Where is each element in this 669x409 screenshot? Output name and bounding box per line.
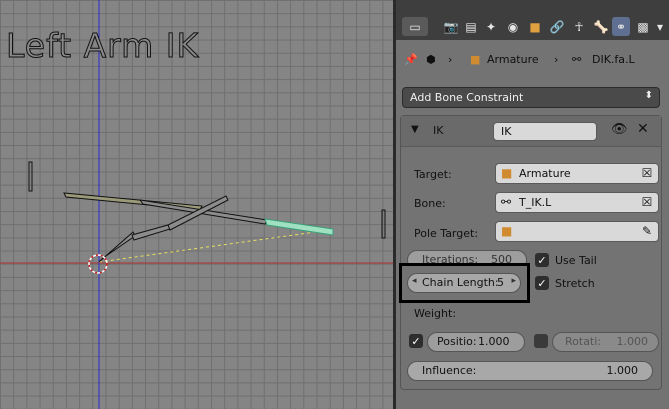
- render-icon[interactable]: 📷: [442, 17, 460, 36]
- bone-field[interactable]: ⚯ T_IK.L ☒: [495, 192, 659, 213]
- eyedropper-icon[interactable]: ✎: [640, 224, 654, 238]
- armature-object-icon: ■: [501, 224, 513, 238]
- target-label: Target:: [414, 168, 452, 181]
- position-weight-field[interactable]: Positio: 1.000: [427, 332, 525, 352]
- armature-data-icon[interactable]: ☥: [570, 17, 588, 36]
- chain-length-value: 5: [497, 276, 504, 289]
- increment-arrow-icon[interactable]: ▸: [511, 276, 516, 286]
- bone-path-icon: ⚯: [572, 53, 582, 66]
- pole-target-label: Pole Target:: [414, 227, 479, 240]
- target-value: Armature: [519, 167, 571, 180]
- position-weight-value: 1.000: [478, 335, 510, 348]
- updown-arrows-icon: ⬍: [644, 90, 653, 101]
- render-layers-icon[interactable]: ▤: [462, 17, 480, 36]
- influence-value: 1.000: [606, 364, 639, 377]
- rotation-weight-field[interactable]: Rotati: 1.000: [552, 332, 659, 352]
- clear-target-icon[interactable]: ☒: [640, 166, 654, 180]
- chain-length-label: Chain Length:: [422, 276, 499, 289]
- editor-type-icon[interactable]: ▭: [402, 17, 428, 36]
- decrement-arrow-icon[interactable]: ◂: [412, 276, 417, 286]
- empty-marker-left[interactable]: [28, 161, 33, 192]
- use-tail-checkbox[interactable]: ✓: [535, 253, 549, 267]
- constraints-icon[interactable]: 🔗: [548, 17, 566, 36]
- clear-bone-icon[interactable]: ☒: [640, 195, 654, 209]
- chevron-right-icon: ›: [554, 53, 559, 66]
- armature-object-icon: ■: [501, 166, 513, 180]
- influence-slider[interactable]: Influence: 1.000: [407, 361, 653, 381]
- bone-value: T_IK.L: [519, 196, 552, 209]
- pole-target-field[interactable]: ■ ✎: [495, 221, 659, 242]
- influence-label: Influence:: [422, 364, 477, 377]
- stretch-checkbox[interactable]: ✓: [535, 276, 549, 290]
- close-icon[interactable]: ✕: [637, 121, 649, 137]
- collapse-triangle-icon[interactable]: ▼: [411, 124, 419, 135]
- use-tail-label: Use Tail: [555, 254, 597, 267]
- chevron-right-icon: ›: [448, 53, 453, 66]
- world-icon[interactable]: ◉: [504, 17, 522, 36]
- constraint-name-value: IK: [501, 125, 512, 138]
- bone-constraints-icon[interactable]: ⚭: [612, 17, 630, 36]
- armature-object-icon: ■: [470, 53, 481, 66]
- viewport-title: Left Arm IK: [5, 26, 200, 66]
- position-weight-label: Positio:: [437, 335, 477, 348]
- bone-chain-2[interactable]: [131, 224, 171, 241]
- material-icon[interactable]: ▩: [634, 17, 652, 36]
- context-path: 📌 ⬢ › ■ Armature › ⚯ DIK.fa.L: [396, 42, 669, 76]
- properties-tabbar: ▭ 📷 ▤ ✦ ◉ ■ 🔗 ☥ 🦴 ⚭ ▩ ▾: [396, 0, 669, 40]
- object-icon[interactable]: ■: [526, 17, 544, 36]
- target-field[interactable]: ■ Armature ☒: [495, 163, 659, 184]
- pin-icon[interactable]: 📌: [404, 53, 418, 66]
- path-object[interactable]: Armature: [487, 53, 539, 66]
- rotation-weight-checkbox[interactable]: [534, 334, 548, 348]
- empty-marker-right[interactable]: [381, 209, 386, 239]
- rotation-weight-label: Rotati:: [565, 335, 602, 348]
- constraint-name-field[interactable]: IK: [493, 122, 597, 141]
- scene-icon[interactable]: ✦: [482, 17, 500, 36]
- weight-label: Weight:: [414, 307, 457, 320]
- path-bone[interactable]: DIK.fa.L: [592, 53, 635, 66]
- ik-constraint-header: ▼ IK IK 👁 ✕: [401, 116, 661, 147]
- add-bone-constraint-label: Add Bone Constraint: [410, 91, 524, 104]
- constraint-type-label: IK: [433, 124, 444, 137]
- bone-icon[interactable]: 🦴: [592, 17, 610, 36]
- bone-selected-tip[interactable]: [264, 218, 334, 236]
- properties-panel: ▭ 📷 ▤ ✦ ◉ ■ 🔗 ☥ 🦴 ⚭ ▩ ▾ 📌 ⬢ › ■ Armature…: [396, 0, 669, 409]
- bone-label: Bone:: [414, 197, 446, 210]
- chain-length-field[interactable]: ◂ Chain Length: 5 ▸: [407, 273, 521, 293]
- ik-constraint-box: ▼ IK IK 👁 ✕ Target: ■ Armature ☒ Bone: ⚯…: [399, 115, 662, 390]
- scene-data-icon: ⬢: [426, 53, 436, 66]
- tabbar-more-icon[interactable]: ▾: [654, 17, 666, 36]
- eye-icon[interactable]: 👁: [611, 122, 628, 137]
- rotation-weight-value: 1.000: [616, 335, 649, 348]
- stretch-label: Stretch: [555, 277, 595, 290]
- 3d-viewport[interactable]: Left Arm IK: [0, 0, 393, 409]
- add-bone-constraint-dropdown[interactable]: Add Bone Constraint ⬍: [402, 87, 660, 108]
- bone-icon: ⚯: [501, 195, 512, 209]
- position-weight-checkbox[interactable]: ✓: [409, 334, 423, 348]
